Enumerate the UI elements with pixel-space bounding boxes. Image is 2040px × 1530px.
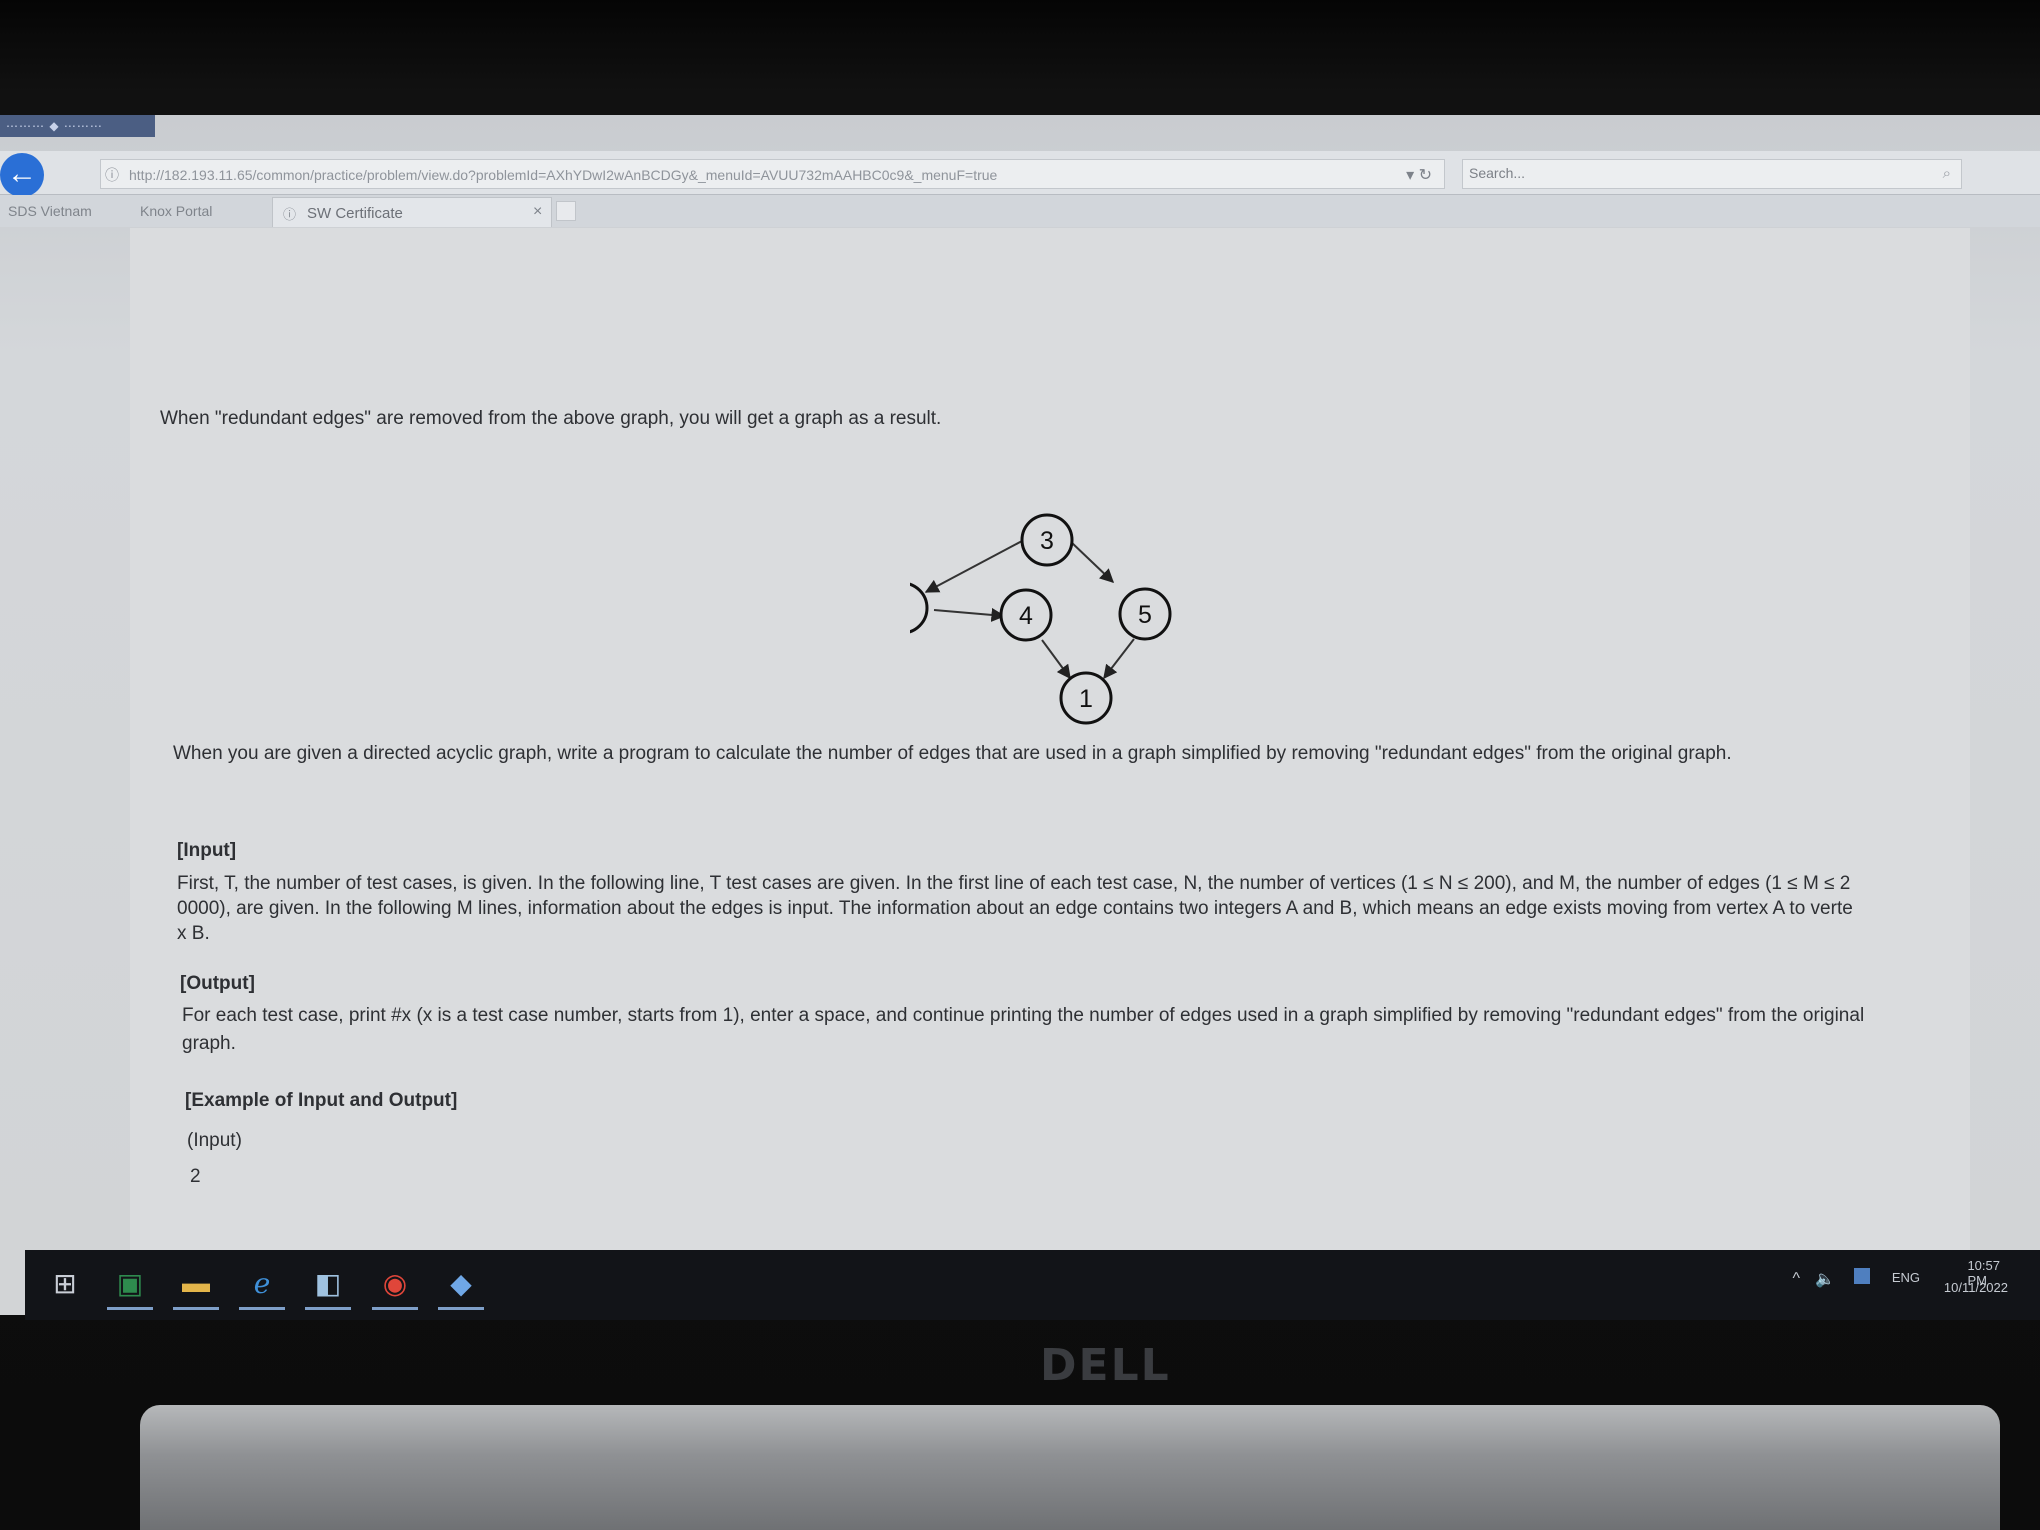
input-text-line-1: First, T, the number of test cases, is g… bbox=[177, 873, 1851, 894]
tab-row: SDS Vietnam Knox Portal ⓘ SW Certificate… bbox=[0, 195, 2040, 227]
result-graph: 3 2 4 5 1 bbox=[910, 513, 1172, 725]
output-heading: [Output] bbox=[180, 973, 255, 994]
node-label-1: 1 bbox=[1079, 685, 1093, 713]
new-tab-button[interactable] bbox=[556, 201, 576, 221]
input-text-line-3: x B. bbox=[177, 923, 210, 944]
windows-start-icon[interactable]: ⊞ bbox=[40, 1260, 90, 1306]
node-label-5: 5 bbox=[1138, 601, 1152, 629]
input-heading: [Input] bbox=[177, 840, 237, 861]
dell-logo: DELL bbox=[1040, 1340, 1171, 1391]
edge-3-5 bbox=[1069, 540, 1115, 583]
chrome-icon[interactable]: ◉ bbox=[370, 1260, 420, 1310]
notification-app-icon[interactable] bbox=[1854, 1268, 1870, 1284]
remote-app-icon[interactable]: ◆ bbox=[436, 1260, 486, 1310]
document-active-indicator bbox=[305, 1307, 351, 1310]
chrome-active-indicator bbox=[372, 1307, 418, 1310]
tab-page-icon: ⓘ bbox=[283, 207, 297, 222]
windows-taskbar: ⊞ ▣ ▬ ℯ ◧ ◉ ◆ ^ 🔈 ENG 10:57 PM 10/11/202… bbox=[25, 1250, 2040, 1320]
excel-active-indicator bbox=[107, 1307, 153, 1310]
address-bar-row: ← ⓘ http://182.193.11.65/common/practice… bbox=[0, 151, 2040, 197]
window-strip-label: ⋯⋯⋯ ◆ ⋯⋯⋯ bbox=[6, 119, 103, 133]
search-field[interactable]: ⌕ bbox=[1462, 159, 1962, 189]
tab-label: SW Certificate bbox=[307, 205, 403, 222]
file-explorer-icon[interactable]: ▬ bbox=[171, 1260, 221, 1310]
clock-date[interactable]: 10/11/2022 bbox=[1944, 1280, 2008, 1295]
graph-node-2 bbox=[910, 582, 929, 634]
tray-chevron-icon[interactable]: ^ bbox=[1792, 1270, 1800, 1288]
edge-2-4 bbox=[933, 607, 1006, 622]
node-label-3: 3 bbox=[1040, 527, 1054, 555]
problem-page: When "redundant edges" are removed from … bbox=[130, 228, 1970, 1313]
description-text: When you are given a directed acyclic gr… bbox=[173, 743, 1732, 764]
output-text-line-1: For each test case, print #x (x is a tes… bbox=[182, 1005, 1865, 1026]
back-arrow-icon: ← bbox=[7, 157, 37, 190]
example-input-label: (Input) bbox=[187, 1130, 242, 1151]
tab-sw-certificate[interactable]: ⓘ SW Certificate × bbox=[272, 197, 552, 227]
photo-stage: ⋯⋯⋯ ◆ ⋯⋯⋯ ← ⓘ http://182.193.11.65/commo… bbox=[0, 0, 2040, 1530]
excel-icon[interactable]: ▣ bbox=[105, 1260, 155, 1310]
url-text[interactable]: http://182.193.11.65/common/practice/pro… bbox=[129, 167, 997, 183]
remote-active-indicator bbox=[438, 1307, 484, 1310]
intro-text: When "redundant edges" are removed from … bbox=[160, 408, 942, 429]
edge-4-1 bbox=[1041, 639, 1071, 680]
laptop-screen: ⋯⋯⋯ ◆ ⋯⋯⋯ ← ⓘ http://182.193.11.65/commo… bbox=[0, 115, 2040, 1315]
input-text-line-2: 0000), are given. In the following M lin… bbox=[177, 898, 1853, 919]
example-first-value: 2 bbox=[190, 1166, 201, 1187]
ie-active-indicator bbox=[239, 1307, 285, 1310]
url-field[interactable]: ⓘ http://182.193.11.65/common/practice/p… bbox=[100, 159, 1445, 189]
search-icon[interactable]: ⌕ bbox=[1943, 165, 1951, 182]
favorite-sds-vietnam[interactable]: SDS Vietnam bbox=[8, 203, 92, 219]
edge-5-1 bbox=[1103, 638, 1135, 680]
close-icon[interactable]: × bbox=[533, 203, 542, 221]
document-app-icon[interactable]: ◧ bbox=[303, 1260, 353, 1310]
favorite-knox-portal[interactable]: Knox Portal bbox=[140, 203, 212, 219]
output-text-line-2: graph. bbox=[182, 1033, 236, 1054]
laptop-hinge bbox=[140, 1405, 2000, 1530]
search-input[interactable] bbox=[1469, 165, 1889, 181]
node-label-4: 4 bbox=[1019, 602, 1033, 630]
volume-icon[interactable]: 🔈 bbox=[1815, 1269, 1835, 1289]
edge-3-2 bbox=[924, 540, 1023, 593]
explorer-active-indicator bbox=[173, 1307, 219, 1310]
window-title-strip: ⋯⋯⋯ ◆ ⋯⋯⋯ bbox=[0, 115, 155, 137]
language-indicator[interactable]: ENG bbox=[1892, 1270, 1920, 1285]
internet-explorer-icon[interactable]: ℯ bbox=[237, 1260, 287, 1310]
example-heading: [Example of Input and Output] bbox=[185, 1090, 458, 1111]
refresh-icon[interactable]: ▾ ↻ bbox=[1406, 165, 1432, 185]
info-icon: ⓘ bbox=[105, 167, 119, 183]
back-button[interactable]: ← bbox=[0, 153, 44, 197]
